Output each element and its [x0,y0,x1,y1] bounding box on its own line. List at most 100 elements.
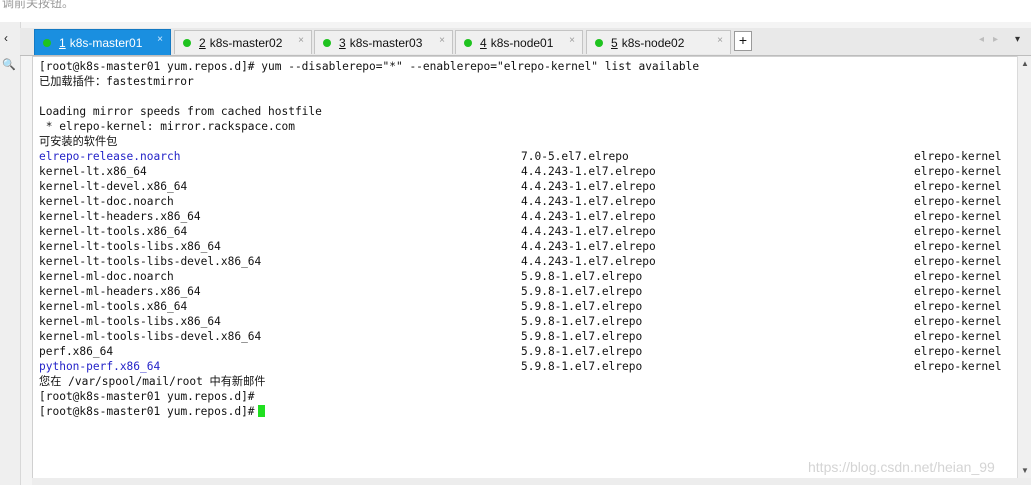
package-row: perf.x86_64 5.9.8-1.el7.elrepo elrepo-kern… [33,344,1018,359]
watermark: https://blog.csdn.net/heian_99 [808,459,995,475]
package-name: perf.x86_64 [39,345,114,358]
package-row: kernel-ml-tools.x86_64 5.9.8-1.el7.elrepo… [33,299,1018,314]
package-version: 5.9.8-1.el7.elrepo [521,330,643,343]
tab-k8s-master02[interactable]: 2 k8s-master02 × [174,30,312,54]
scroll-tabs-left-icon[interactable]: ◂ [979,34,984,45]
tab-label: k8s-master01 [69,35,143,50]
package-version: 5.9.8-1.el7.elrepo [521,315,643,328]
session-tab-bar: 1 k8s-master01 × 2 k8s-master02 × 3 k8s-… [20,28,1031,56]
package-repo: elrepo-kernel [914,270,1002,283]
package-row: kernel-lt.x86_64 4.4.243-1.el7.elrepo elre… [33,164,1018,179]
package-name: kernel-lt-tools-libs-devel.x86_64 [39,255,262,268]
search-icon[interactable]: 🔍 [2,58,16,71]
package-name: kernel-ml-doc.noarch [39,270,174,283]
add-tab-button[interactable]: + [734,31,752,51]
package-version: 4.4.243-1.el7.elrepo [521,165,656,178]
package-repo: elrepo-kernel [914,225,1002,238]
package-name: elrepo-release.noarch [39,150,181,163]
package-name: kernel-lt-doc.noarch [39,195,174,208]
package-row: python-perf.x86_64 5.9.8-1.el7.elrepo elre… [33,359,1018,374]
header-fragment-text: 调前关按钮。 [2,0,75,10]
package-name: kernel-ml-tools.x86_64 [39,300,188,313]
package-version: 5.9.8-1.el7.elrepo [521,300,643,313]
package-row: kernel-ml-headers.x86_64 5.9.8-1.el7.elre… [33,284,1018,299]
tab-label: k8s-master03 [349,35,423,50]
close-icon[interactable]: × [569,35,575,46]
package-name: kernel-ml-headers.x86_64 [39,285,201,298]
tab-number: 5 [611,35,618,50]
package-row: kernel-ml-tools-libs-devel.x86_64 5.9.8-1… [33,329,1018,344]
terminal-output[interactable]: [root@k8s-master01 yum.repos.d]# yum --d… [32,56,1018,479]
mirror-line: Loading mirror speeds from cached hostfi… [39,105,322,118]
package-version: 4.4.243-1.el7.elrepo [521,210,656,223]
connected-status-icon [323,38,331,47]
scroll-tabs-right-icon[interactable]: ▸ [993,34,998,45]
package-version: 4.4.243-1.el7.elrepo [521,180,656,193]
package-repo: elrepo-kernel [914,330,1002,343]
tab-k8s-master03[interactable]: 3 k8s-master03 × [314,30,453,54]
tab-label: k8s-node01 [490,35,554,50]
package-row: kernel-ml-doc.noarch 5.9.8-1.el7.elrepo el… [33,269,1018,284]
tab-number: 2 [199,35,206,50]
package-repo: elrepo-kernel [914,210,1002,223]
scroll-up-icon[interactable]: ▲ [1021,59,1029,68]
package-row: kernel-lt-devel.x86_64 4.4.243-1.el7.elre… [33,179,1018,194]
scroll-down-icon[interactable]: ▼ [1021,466,1029,475]
package-repo: elrepo-kernel [914,165,1002,178]
package-repo: elrepo-kernel [914,300,1002,313]
package-name: kernel-ml-tools-libs.x86_64 [39,315,221,328]
package-repo: elrepo-kernel [914,360,1002,373]
close-icon[interactable]: × [439,35,445,46]
package-version: 5.9.8-1.el7.elrepo [521,270,643,283]
package-version: 5.9.8-1.el7.elrepo [521,360,643,373]
active-prompt: [root@k8s-master01 yum.repos.d]# [39,405,255,418]
command-line: [root@k8s-master01 yum.repos.d]# yum --d… [39,60,700,73]
package-repo: elrepo-kernel [914,285,1002,298]
package-name: kernel-lt.x86_64 [39,165,147,178]
vertical-scrollbar[interactable]: ▲ ▼ [1017,56,1031,478]
package-name: python-perf.x86_64 [39,360,161,373]
package-row: kernel-lt-tools-libs.x86_64 4.4.243-1.el7… [33,239,1018,254]
package-repo: elrepo-kernel [914,150,1002,163]
package-row: elrepo-release.noarch 7.0-5.el7.elrepo elr… [33,149,1018,164]
close-icon[interactable]: × [157,34,163,45]
close-icon[interactable]: × [298,35,304,46]
package-version: 4.4.243-1.el7.elrepo [521,240,656,253]
tab-scroll-left-icon[interactable]: ‹ [4,31,8,45]
tab-label: k8s-master02 [209,35,283,50]
package-row: kernel-lt-doc.noarch 4.4.243-1.el7.elrepo… [33,194,1018,209]
package-row: kernel-lt-tools-libs-devel.x86_64 4.4.243… [33,254,1018,269]
package-name: kernel-lt-devel.x86_64 [39,180,188,193]
connected-status-icon [183,38,191,47]
available-header: 可安装的软件包 [39,135,118,148]
terminal-cursor [257,405,265,417]
bottom-edge [32,478,1031,485]
close-icon[interactable]: × [717,35,723,46]
tab-k8s-node01[interactable]: 4 k8s-node01 × [455,30,583,54]
tab-label: k8s-node02 [621,35,685,50]
tab-k8s-master01[interactable]: 1 k8s-master01 × [34,29,171,55]
tab-number: 3 [339,35,346,50]
package-version: 5.9.8-1.el7.elrepo [521,285,643,298]
tab-number: 1 [59,35,66,50]
package-version: 4.4.243-1.el7.elrepo [521,225,656,238]
package-repo: elrepo-kernel [914,240,1002,253]
mirror-item: * elrepo-kernel: mirror.rackspace.com [39,120,295,133]
tab-list-dropdown-icon[interactable]: ▾ [1015,34,1020,45]
window-header-fragment: 调前关按钮。 [0,0,1031,22]
connected-status-icon [595,38,603,47]
package-repo: elrepo-kernel [914,255,1002,268]
package-version: 4.4.243-1.el7.elrepo [521,255,656,268]
tab-number: 4 [480,35,487,50]
tab-k8s-node02[interactable]: 5 k8s-node02 × [586,30,731,54]
package-version: 4.4.243-1.el7.elrepo [521,195,656,208]
left-side-panel [0,22,21,485]
mail-line: 您在 /var/spool/mail/root 中有新邮件 [39,375,266,388]
package-repo: elrepo-kernel [914,315,1002,328]
package-version: 7.0-5.el7.elrepo [521,150,629,163]
package-name: kernel-ml-tools-libs-devel.x86_64 [39,330,262,343]
package-row: kernel-ml-tools-libs.x86_64 5.9.8-1.el7.e… [33,314,1018,329]
connected-status-icon [43,38,51,47]
package-repo: elrepo-kernel [914,345,1002,358]
package-row: kernel-lt-tools.x86_64 4.4.243-1.el7.elre… [33,224,1018,239]
